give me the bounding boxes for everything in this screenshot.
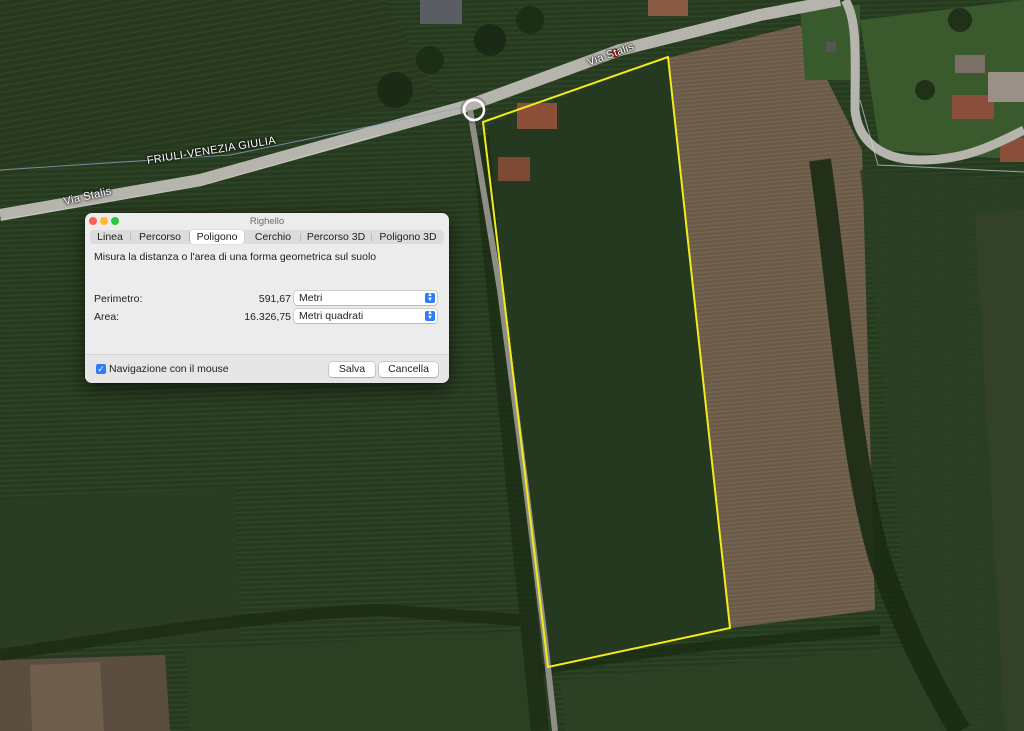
perimeter-unit-value: Metri [299,292,323,304]
area-unit-value: Metri quadrati [299,310,364,322]
chevron-updown-icon: ▲ ▼ [425,310,435,321]
tab-percorso-3d[interactable]: Percorso 3D [301,230,371,244]
chevron-updown-icon: ▲ ▼ [425,292,435,303]
ruler-dialog: Righello Linea Percorso Poligono Cerchio… [85,213,449,383]
tab-poligono[interactable]: Poligono [190,230,244,244]
title-bar[interactable]: Righello [85,213,449,229]
tab-percorso[interactable]: Percorso [131,230,189,244]
dialog-footer: ✓ Navigazione con il mouse Salva Cancell… [85,354,449,383]
tab-poligono-3d[interactable]: Poligono 3D [372,230,444,244]
tab-cerchio[interactable]: Cerchio [246,230,300,244]
close-button[interactable] [89,217,97,225]
perimeter-value: 591,67 [258,293,291,305]
mouse-navigation-label[interactable]: Navigazione con il mouse [109,363,229,375]
area-unit-select[interactable]: Metri quadrati ▲ ▼ [294,309,437,323]
area-value: 16.326,75 [244,311,291,323]
perimeter-unit-select[interactable]: Metri ▲ ▼ [294,291,437,305]
description-text: Misura la distanza o l'area di una forma… [94,251,377,263]
cancel-button[interactable]: Cancella [379,362,438,377]
zoom-button[interactable] [111,217,119,225]
mode-tabs: Linea Percorso Poligono Cerchio Percorso… [90,230,444,244]
area-label: Area: [94,311,120,323]
save-button[interactable]: Salva [329,362,375,377]
perimeter-label: Perimetro: [94,293,143,305]
tab-linea[interactable]: Linea [90,230,130,244]
minimize-button[interactable] [100,217,108,225]
mouse-navigation-checkbox[interactable]: ✓ [96,364,106,374]
window-title: Righello [249,216,285,227]
